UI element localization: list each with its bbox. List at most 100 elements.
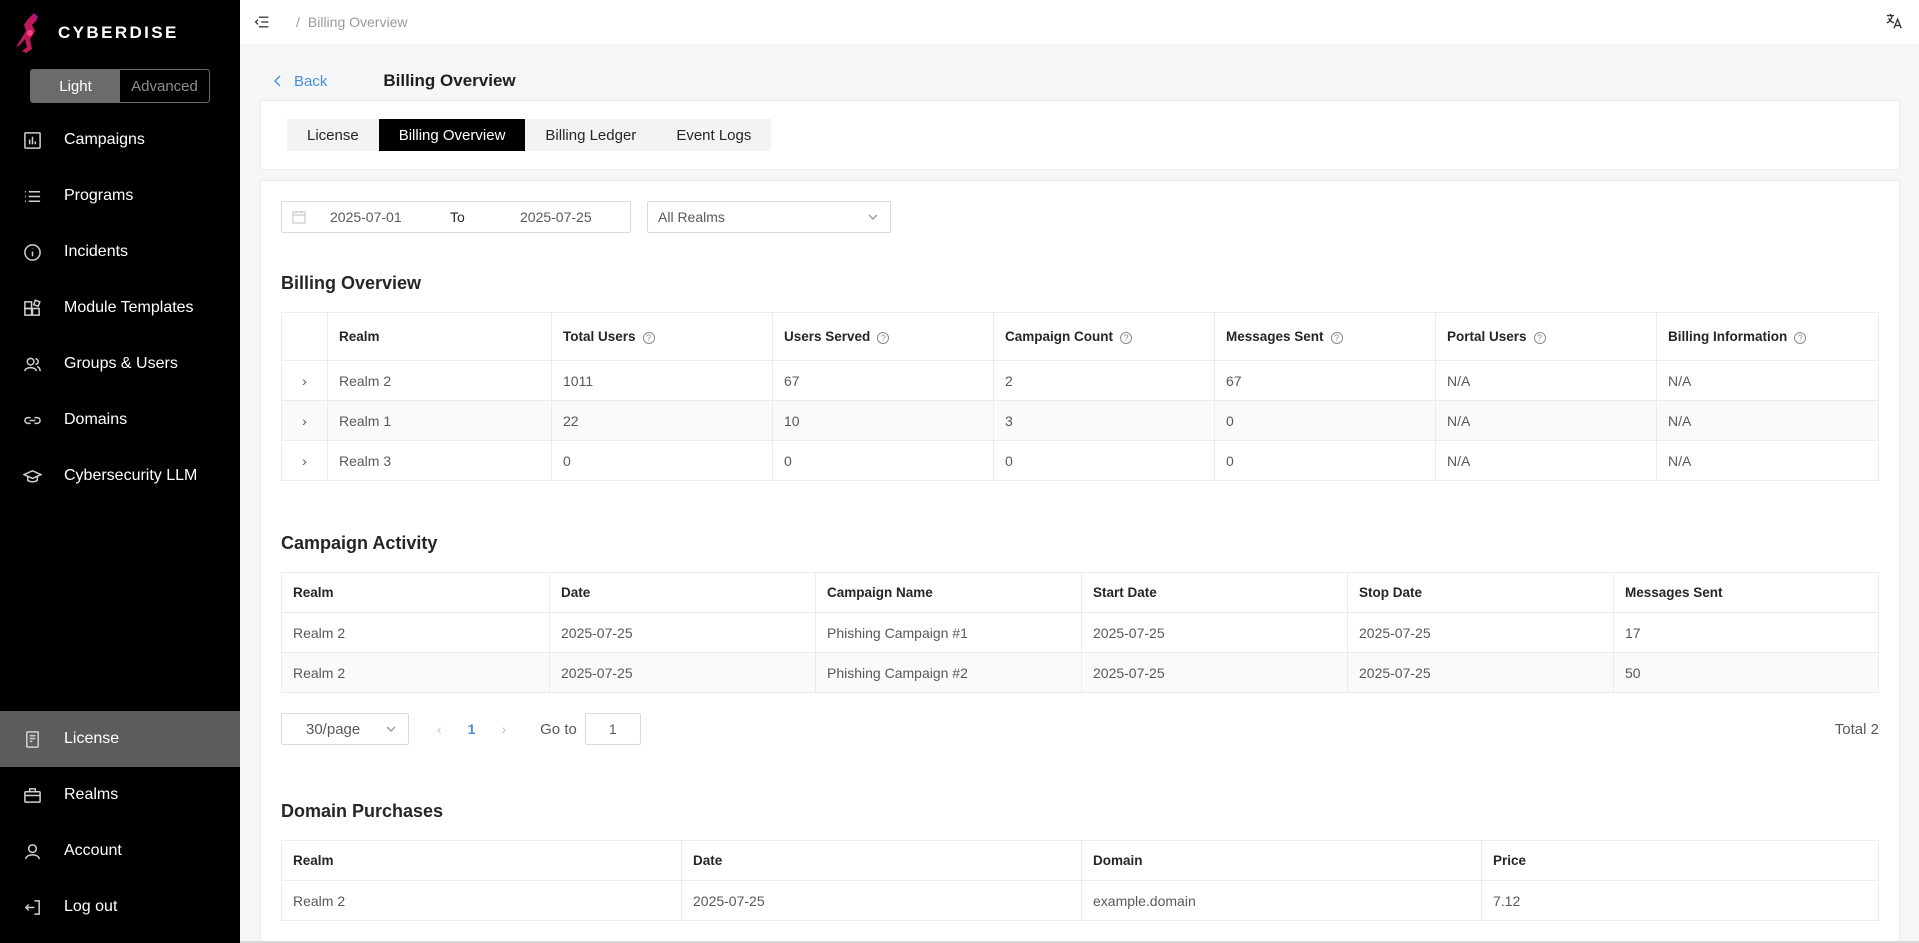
column-header: Messages Sent xyxy=(1613,572,1879,613)
sidebar-item-cybersecurity-llm[interactable]: Cybersecurity LLM xyxy=(0,448,240,504)
sidebar-item-label: Domains xyxy=(64,411,128,428)
table-cell: Realm 3 xyxy=(327,440,552,481)
advanced-mode-button[interactable]: Advanced xyxy=(120,70,209,102)
sidebar-bottom-nav: License Realms Account Log out xyxy=(0,711,240,935)
help-icon[interactable]: ? xyxy=(1794,332,1807,344)
table-cell: 2025-07-25 xyxy=(1347,612,1614,653)
table-cell: 2025-07-25 xyxy=(1081,652,1348,693)
next-page-icon[interactable]: › xyxy=(501,721,506,737)
page-title: Billing Overview xyxy=(383,71,516,90)
table-row: › Realm 3 0 0 0 0 N/A N/A xyxy=(281,440,1879,481)
sidebar-item-label: Cybersecurity LLM xyxy=(64,467,198,484)
table-cell: 22 xyxy=(551,400,773,441)
table-cell: 2025-07-25 xyxy=(1081,612,1348,653)
table-header-row: Realm Date Campaign Name Start Date Stop… xyxy=(281,572,1879,613)
sidebar-item-module-templates[interactable]: Module Templates xyxy=(0,280,240,336)
sidebar-item-programs[interactable]: Programs xyxy=(0,168,240,224)
logo[interactable]: CYBERDISE xyxy=(12,10,179,56)
page-number-current[interactable]: 1 xyxy=(468,721,476,737)
column-header: Campaign Count? xyxy=(993,312,1215,361)
campaign-activity-table: Realm Date Campaign Name Start Date Stop… xyxy=(281,572,1879,693)
page-size-value: 30/page xyxy=(306,720,361,738)
sidebar-item-domains[interactable]: Domains xyxy=(0,392,240,448)
table-cell: 3 xyxy=(993,400,1215,441)
row-expand-chevron-icon[interactable]: › xyxy=(281,440,328,481)
table-cell: Realm 2 xyxy=(281,652,550,693)
column-header: Start Date xyxy=(1081,572,1348,613)
sidebar-item-campaigns[interactable]: Campaigns xyxy=(0,112,240,168)
table-header-row: Realm Date Domain Price xyxy=(281,840,1879,881)
tabs-card: License Billing Overview Billing Ledger … xyxy=(260,100,1900,170)
table-cell: 0 xyxy=(1214,440,1436,481)
sidebar-item-realms[interactable]: Realms xyxy=(0,767,240,823)
user-icon xyxy=(22,841,42,861)
table-cell: 67 xyxy=(1214,360,1436,401)
chevron-down-icon xyxy=(386,726,396,732)
help-icon[interactable]: ? xyxy=(642,332,655,344)
main-content: Back Billing Overview License Billing Ov… xyxy=(240,44,1919,943)
pagination: 30/page ‹ 1 › Go to 1 Total 2 xyxy=(281,713,1879,745)
translate-icon[interactable] xyxy=(1885,12,1905,32)
expand-column-header xyxy=(281,312,328,361)
table-row: › Realm 1 22 10 3 0 N/A N/A xyxy=(281,400,1879,441)
total-count: Total 2 xyxy=(1834,720,1879,738)
goto-page-input[interactable]: 1 xyxy=(584,713,641,745)
column-header: Users Served? xyxy=(772,312,994,361)
sidebar-item-label: Realms xyxy=(64,786,119,803)
date-range-separator: To xyxy=(450,209,465,225)
table-cell: example.domain xyxy=(1081,880,1482,921)
graduation-cap-icon xyxy=(22,466,42,486)
sidebar-item-label: Groups & Users xyxy=(64,355,178,372)
realm-select[interactable]: All Realms xyxy=(647,201,891,233)
table-cell: N/A xyxy=(1435,400,1657,441)
column-header: Date xyxy=(681,840,1082,881)
help-icon[interactable]: ? xyxy=(877,332,890,344)
column-header: Total Users? xyxy=(551,312,773,361)
sidebar-item-incidents[interactable]: Incidents xyxy=(0,224,240,280)
column-header: Realm xyxy=(281,840,682,881)
table-cell: 2025-07-25 xyxy=(549,652,816,693)
list-icon xyxy=(22,186,42,206)
table-cell: 7.12 xyxy=(1481,880,1879,921)
page-size-select[interactable]: 30/page xyxy=(281,713,409,745)
prev-page-icon[interactable]: ‹ xyxy=(437,721,442,737)
sidebar-item-license[interactable]: License xyxy=(0,711,240,767)
help-icon[interactable]: ? xyxy=(1330,332,1343,344)
sidebar-item-logout[interactable]: Log out xyxy=(0,879,240,935)
help-icon[interactable]: ? xyxy=(1120,332,1132,344)
table-cell: 17 xyxy=(1613,612,1879,653)
breadcrumb-separator: / xyxy=(296,14,300,30)
row-expand-chevron-icon[interactable]: › xyxy=(281,400,328,441)
table-cell: N/A xyxy=(1435,360,1657,401)
tab-bar: License Billing Overview Billing Ledger … xyxy=(287,119,772,151)
tab-billing-ledger[interactable]: Billing Ledger xyxy=(525,119,656,151)
sidebar-item-groups-users[interactable]: Groups & Users xyxy=(0,336,240,392)
table-cell: Phishing Campaign #2 xyxy=(815,652,1082,693)
date-range-picker[interactable]: 2025-07-01 To 2025-07-25 xyxy=(281,201,631,233)
bar-chart-icon xyxy=(22,130,42,150)
table-cell: 1011 xyxy=(551,360,773,401)
menu-fold-icon[interactable] xyxy=(252,12,272,32)
sidebar-item-label: Account xyxy=(64,842,122,859)
tab-billing-overview[interactable]: Billing Overview xyxy=(378,119,526,151)
logout-icon xyxy=(22,897,42,917)
date-to-input[interactable]: 2025-07-25 xyxy=(520,209,592,225)
campaign-activity-title: Campaign Activity xyxy=(281,533,438,553)
table-row: › Realm 2 1011 67 2 67 N/A N/A xyxy=(281,360,1879,401)
back-button[interactable]: Back xyxy=(272,73,327,90)
column-header: Campaign Name xyxy=(815,572,1082,613)
row-expand-chevron-icon[interactable]: › xyxy=(281,360,328,401)
tab-license[interactable]: License xyxy=(287,119,379,151)
date-from-input[interactable]: 2025-07-01 xyxy=(330,209,450,225)
column-header: Stop Date xyxy=(1347,572,1614,613)
help-icon[interactable]: ? xyxy=(1533,332,1546,344)
link-icon xyxy=(22,410,42,430)
domain-purchases-table: Realm Date Domain Price Realm 2 2025-07-… xyxy=(281,840,1879,921)
sidebar-item-account[interactable]: Account xyxy=(0,823,240,879)
light-mode-button[interactable]: Light xyxy=(31,70,120,102)
column-header: Realm xyxy=(327,312,552,361)
table-cell: 2025-07-25 xyxy=(549,612,816,653)
column-header: Domain xyxy=(1081,840,1482,881)
info-circle-icon xyxy=(22,242,42,262)
tab-event-logs[interactable]: Event Logs xyxy=(656,119,771,151)
